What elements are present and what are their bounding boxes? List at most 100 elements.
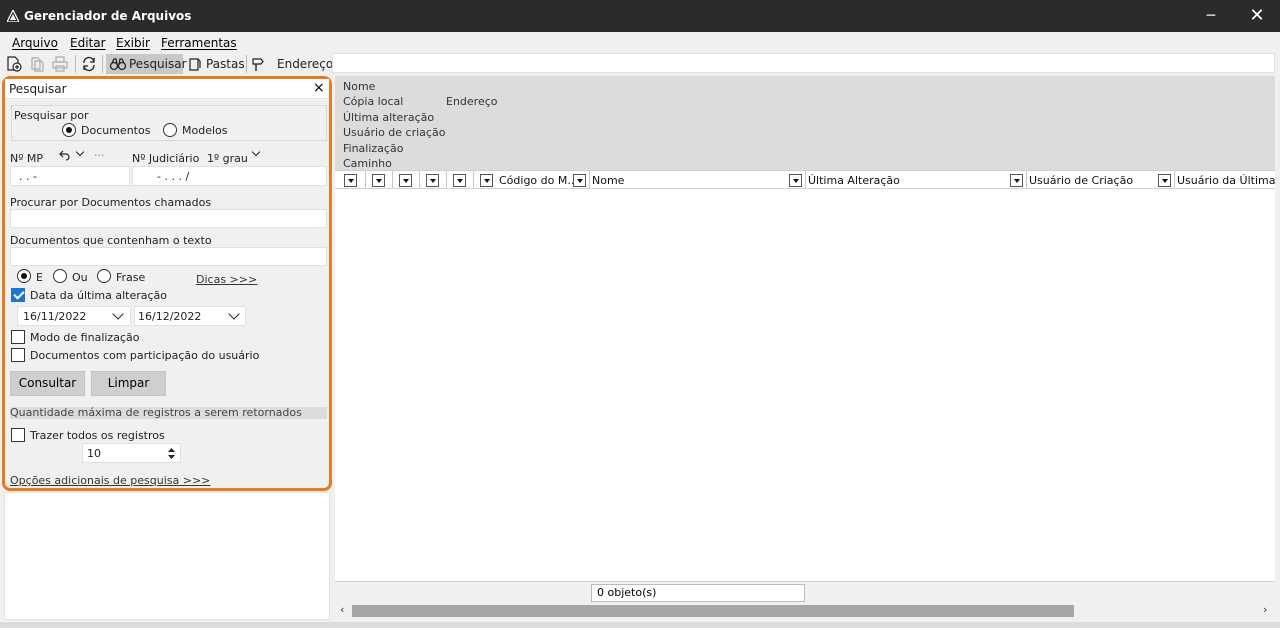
radio-ou[interactable] [53, 269, 67, 283]
menu-exibir[interactable]: Exibir [116, 36, 150, 50]
pesquisar-button[interactable]: Pesquisar [106, 54, 187, 74]
search-panel-title: Pesquisar [9, 82, 67, 96]
column-filter-icon[interactable] [426, 174, 439, 187]
folder-icon [189, 58, 201, 71]
grau-label[interactable]: 1º grau [207, 152, 248, 165]
njudiciario-label: Nº Judiciário [132, 152, 200, 165]
toolbar-separator [102, 55, 103, 73]
max-registros-value: 10 [87, 447, 101, 460]
column-codigo[interactable]: Código do M... [499, 174, 578, 187]
date-to-select[interactable]: 16/12/2022 [134, 306, 246, 326]
modo-finalizacao-checkbox[interactable] [11, 330, 25, 344]
radio-e[interactable] [17, 269, 31, 283]
docs-chamados-label: Procurar por Documentos chamados [10, 196, 212, 209]
toolbar-separator [246, 55, 247, 73]
close-panel-icon[interactable]: × [313, 80, 325, 96]
nmp-label: Nº MP [10, 152, 44, 165]
column-filter-icon[interactable] [399, 174, 412, 187]
column-separator [419, 171, 420, 188]
column-nome[interactable]: Nome [592, 174, 624, 187]
column-ultima-alteracao[interactable]: Última Alteração [808, 174, 900, 187]
date-from-value: 16/11/2022 [23, 310, 87, 323]
column-filter-icon[interactable] [372, 174, 385, 187]
limpar-button[interactable]: Limpar [91, 371, 166, 396]
date-to-chevron-down-icon [228, 308, 240, 320]
horizontal-scrollbar[interactable]: ‹ › [335, 602, 1275, 620]
radio-modelos-label: Modelos [182, 124, 228, 137]
detail-endereco: Endereço [446, 95, 498, 108]
njudiciario-value: - . . . / [157, 170, 190, 183]
column-filter-icon[interactable] [789, 174, 802, 187]
stepper-arrows-icon[interactable] [167, 446, 176, 461]
menu-ferramentas[interactable]: Ferramentas [161, 36, 237, 50]
qtd-maxima-header: Quantidade máxima de registros a serem r… [10, 406, 327, 419]
date-from-select[interactable]: 16/11/2022 [17, 306, 131, 326]
date-from-chevron-down-icon [112, 308, 124, 320]
menu-arquivo[interactable]: Arquivo [12, 36, 58, 50]
dicas-link[interactable]: Dicas >>> [196, 273, 257, 286]
detail-finalizacao: Finalização [343, 142, 404, 155]
title-bar: Gerenciador de Arquivos ─ ✕ [0, 0, 1280, 32]
column-usuario-ultima[interactable]: Usuário da Última Alteração [1177, 174, 1275, 187]
chevron-down-icon[interactable] [75, 147, 85, 157]
toolbar-separator [75, 55, 76, 73]
endereco-button[interactable]: Endereço [250, 54, 333, 74]
opcoes-adicionais-link[interactable]: Opções adicionais de pesquisa >>> [10, 474, 210, 487]
scroll-right-icon[interactable]: › [1263, 603, 1267, 616]
file-list[interactable] [335, 189, 1275, 581]
minimize-button[interactable]: ─ [1188, 0, 1234, 32]
column-filter-icon[interactable] [453, 174, 466, 187]
column-usuario-criacao[interactable]: Usuário de Criação [1029, 174, 1133, 187]
detail-nome: Nome [343, 80, 376, 93]
radio-documentos[interactable] [62, 123, 76, 137]
column-separator [365, 171, 366, 188]
undo-icon[interactable] [58, 149, 70, 161]
close-window-button[interactable]: ✕ [1234, 0, 1280, 32]
detail-copia-local: Cópia local [343, 95, 404, 108]
binoculars-icon [109, 58, 127, 71]
column-filter-icon[interactable] [573, 174, 586, 187]
participacao-checkbox[interactable] [11, 348, 25, 362]
njudiciario-input[interactable]: - . . . / [132, 166, 327, 186]
trazer-todos-checkbox[interactable] [11, 428, 25, 442]
nmp-more-icon[interactable]: ··· [94, 149, 105, 162]
column-separator [589, 171, 590, 188]
column-separator [473, 171, 474, 188]
radio-e-label: E [36, 271, 43, 284]
participacao-label: Documentos com participação do usuário [30, 349, 260, 362]
address-input[interactable] [332, 53, 1275, 73]
docs-chamados-input[interactable] [10, 209, 327, 228]
scroll-left-icon[interactable]: ‹ [340, 603, 344, 616]
grid-header: Código do M... Nome Última Alteração Usu… [335, 170, 1275, 189]
qtd-maxima-label: Quantidade máxima de registros a serem r… [10, 406, 302, 419]
consultar-button[interactable]: Consultar [10, 371, 85, 396]
signpost-icon [252, 58, 264, 71]
menu-editar[interactable]: Editar [70, 36, 106, 50]
column-separator [805, 171, 806, 188]
pastas-button[interactable]: Pastas [186, 54, 245, 74]
radio-frase[interactable] [97, 269, 111, 283]
modo-finalizacao-label: Modo de finalização [30, 331, 140, 344]
detail-caminho: Caminho [343, 157, 392, 170]
scrollbar-thumb[interactable] [352, 605, 1074, 617]
column-separator [446, 171, 447, 188]
new-document-icon[interactable] [5, 55, 23, 73]
radio-modelos[interactable] [163, 123, 177, 137]
max-registros-stepper[interactable]: 10 [82, 443, 181, 463]
docs-texto-input[interactable] [10, 247, 327, 266]
data-alteracao-checkbox[interactable] [11, 288, 25, 302]
menu-bar: Arquivo Editar Exibir Ferramentas [0, 32, 1280, 52]
folder-tree-panel[interactable] [4, 492, 330, 620]
column-filter-icon[interactable] [344, 174, 357, 187]
nmp-input[interactable]: . . - [10, 166, 130, 186]
column-filter-icon[interactable] [480, 174, 493, 187]
copy-document-icon[interactable] [28, 55, 46, 73]
print-icon[interactable] [51, 55, 69, 73]
pesquisar-label: Pesquisar [129, 57, 187, 71]
app-logo-icon [7, 10, 19, 22]
refresh-icon[interactable] [80, 55, 98, 73]
grau-chevron-down-icon[interactable] [251, 147, 261, 157]
column-filter-icon[interactable] [1158, 174, 1171, 187]
details-panel: Nome Cópia local Endereço Última alteraç… [335, 76, 1275, 170]
column-filter-icon[interactable] [1010, 174, 1023, 187]
